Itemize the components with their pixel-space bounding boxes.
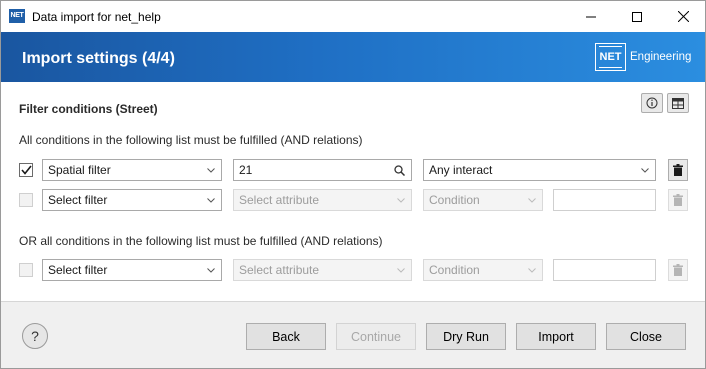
chevron-down-icon — [207, 190, 215, 210]
chevron-down-icon — [207, 260, 215, 280]
maximize-icon — [632, 11, 642, 22]
title-bar[interactable]: NET Data import for net_help — [1, 1, 705, 32]
continue-button[interactable]: Continue — [336, 323, 416, 350]
chevron-down-icon — [397, 260, 405, 280]
trash-icon — [673, 194, 683, 206]
checkmark-icon — [20, 165, 32, 175]
chevron-down-icon — [528, 190, 536, 210]
attribute-select[interactable]: Select attribute — [233, 189, 412, 211]
info-button[interactable] — [641, 93, 663, 113]
maximize-button[interactable] — [614, 1, 660, 32]
or-condition-row-1: Select filter Select attribute Condition — [1, 259, 705, 281]
logo-mark: NET — [595, 43, 626, 71]
and-condition-row-1: Spatial filter 21 Any interact — [1, 159, 705, 181]
row-enabled-checkbox[interactable] — [19, 263, 33, 277]
dialog-footer: ? Back Continue Dry Run Import Close — [1, 301, 705, 368]
import-button[interactable]: Import — [516, 323, 596, 350]
delete-row-button[interactable] — [668, 259, 688, 281]
trash-icon — [673, 264, 683, 276]
filter-type-value: Select filter — [48, 193, 108, 207]
condition-select[interactable]: Any interact — [423, 159, 656, 181]
condition-value-field[interactable] — [553, 259, 656, 281]
attribute-search-value: 21 — [239, 163, 253, 177]
and-group-label: All conditions in the following list mus… — [19, 133, 363, 147]
condition-select[interactable]: Condition — [423, 189, 543, 211]
close-button[interactable]: Close — [606, 323, 686, 350]
table-icon — [672, 97, 684, 109]
attribute-search-field[interactable]: 21 — [233, 159, 412, 181]
table-view-button[interactable] — [667, 93, 689, 113]
back-button[interactable]: Back — [246, 323, 326, 350]
chevron-down-icon — [397, 190, 405, 210]
help-button[interactable]: ? — [22, 323, 48, 349]
close-window-button[interactable] — [660, 1, 706, 32]
trash-icon — [673, 164, 683, 176]
chevron-down-icon — [641, 160, 649, 180]
delete-row-button[interactable] — [668, 159, 688, 181]
minimize-button[interactable] — [568, 1, 614, 32]
row-enabled-checkbox[interactable] — [19, 163, 33, 177]
chevron-down-icon — [207, 160, 215, 180]
info-icon — [646, 97, 658, 109]
condition-select[interactable]: Condition — [423, 259, 543, 281]
chevron-down-icon — [528, 260, 536, 280]
condition-value: Any interact — [429, 163, 493, 177]
header-banner: Import settings (4/4) NET Engineering — [1, 32, 705, 82]
attribute-select[interactable]: Select attribute — [233, 259, 412, 281]
dry-run-button[interactable]: Dry Run — [426, 323, 506, 350]
condition-value: Condition — [429, 193, 480, 207]
row-enabled-checkbox[interactable] — [19, 193, 33, 207]
filter-type-select[interactable]: Select filter — [42, 189, 222, 211]
attribute-value: Select attribute — [239, 193, 320, 207]
close-icon — [677, 11, 689, 22]
window-title: Data import for net_help — [32, 10, 161, 24]
or-group-label: OR all conditions in the following list … — [19, 234, 383, 248]
filter-type-value: Spatial filter — [48, 163, 111, 177]
page-title: Import settings (4/4) — [22, 50, 175, 67]
import-dialog-window: NET Data import for net_help Import sett… — [0, 0, 706, 369]
condition-value: Condition — [429, 263, 480, 277]
condition-value-field[interactable] — [553, 189, 656, 211]
filter-type-select[interactable]: Select filter — [42, 259, 222, 281]
minimize-icon — [586, 16, 596, 17]
filter-panel: Filter conditions (Street) All condition… — [1, 82, 705, 301]
delete-row-button[interactable] — [668, 189, 688, 211]
search-icon[interactable] — [394, 160, 405, 180]
logo-text: Engineering — [630, 51, 692, 63]
app-icon: NET — [9, 9, 25, 23]
net-engineering-logo: NET Engineering — [595, 43, 691, 71]
section-title: Filter conditions (Street) — [19, 102, 158, 116]
filter-type-select[interactable]: Spatial filter — [42, 159, 222, 181]
attribute-value: Select attribute — [239, 263, 320, 277]
and-condition-row-2: Select filter Select attribute Condition — [1, 189, 705, 211]
filter-type-value: Select filter — [48, 263, 108, 277]
